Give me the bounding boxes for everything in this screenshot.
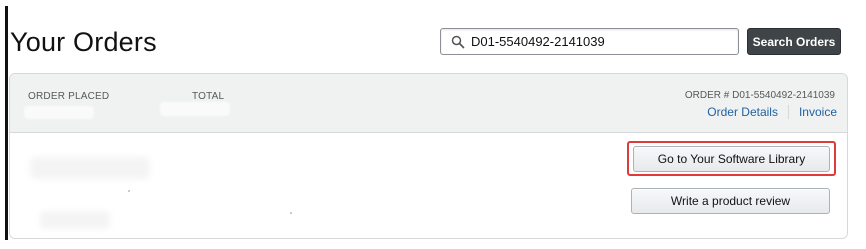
order-placed-label: ORDER PLACED [28, 91, 110, 102]
order-details-link[interactable]: Order Details [707, 105, 778, 119]
left-border-rule [5, 6, 8, 240]
link-separator [787, 105, 789, 119]
redacted-item-image [30, 157, 150, 179]
page-title: Your Orders [10, 27, 157, 57]
order-number: ORDER # D01-5540492-2141039 [684, 90, 835, 101]
redaction-artifact [290, 212, 292, 214]
write-product-review-button[interactable]: Write a product review [631, 188, 830, 214]
invoice-link[interactable]: Invoice [799, 105, 837, 119]
search-icon [451, 35, 465, 49]
search-input[interactable] [471, 34, 721, 49]
order-header-links: Order Details Invoice [707, 105, 837, 119]
order-header: ORDER PLACED TOTAL ORDER # D01-5540492-2… [10, 74, 847, 133]
redacted-item-title [40, 211, 110, 229]
redacted-order-date [24, 106, 94, 119]
redaction-artifact [128, 190, 130, 192]
order-body: Go to Your Software Library Write a prod… [10, 133, 847, 238]
go-to-software-library-button[interactable]: Go to Your Software Library [633, 146, 830, 172]
search-box[interactable] [440, 28, 739, 55]
order-card: ORDER PLACED TOTAL ORDER # D01-5540492-2… [9, 73, 848, 239]
redacted-order-total [160, 102, 230, 116]
search-orders-button[interactable]: Search Orders [747, 28, 841, 55]
order-total-label: TOTAL [192, 91, 225, 102]
